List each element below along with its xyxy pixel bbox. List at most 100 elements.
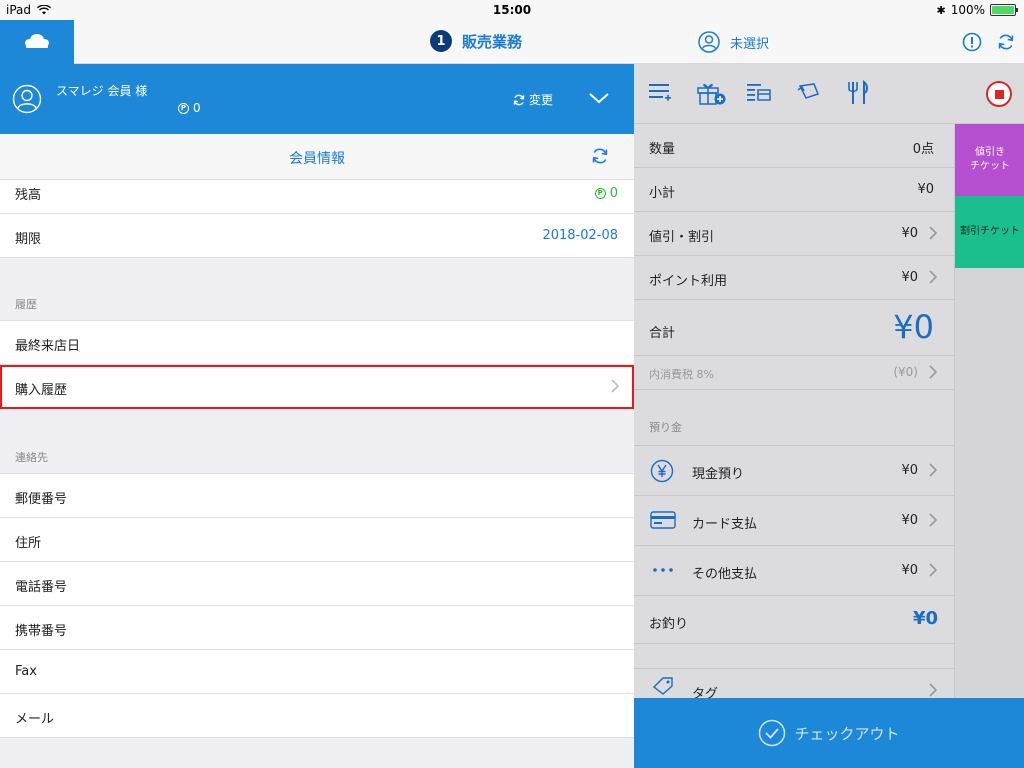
subtotal-row: 小計 ¥0 — [634, 168, 954, 212]
checkout-label: チェックアウト — [794, 724, 900, 743]
battery-percent: 100% — [950, 3, 985, 17]
more-dots-icon — [653, 568, 673, 572]
change-member-button[interactable]: 変更 — [512, 91, 553, 108]
top-nav-bar: 1 販売業務 未選択 — [0, 20, 1024, 64]
member-header: スマレジ 会員 様 P 0 変更 — [0, 64, 634, 134]
checkout-button[interactable]: チェックアウト — [634, 698, 1024, 768]
mobile-row: 携帯番号 — [0, 606, 634, 650]
subtotal-value: ¥0 — [917, 182, 934, 197]
cash-payment-row[interactable]: 現金預り ¥0 — [634, 446, 954, 496]
cash-payment-label: 現金預り — [692, 467, 745, 482]
sale-summary: 数量 0点 小計 ¥0 値引・割引 ¥0 ポイント利用 ¥0 合計 ¥0 内消費… — [634, 124, 954, 702]
section-title: 会員情報 — [289, 151, 345, 167]
item-list-add-icon[interactable] — [648, 80, 672, 104]
postal-code-row: 郵便番号 — [0, 474, 634, 518]
percent-ticket-button[interactable]: 割引チケット — [955, 196, 1024, 268]
last-visit-row: 最終来店日 — [0, 321, 634, 365]
discount-row[interactable]: 値引・割引 ¥0 — [634, 212, 954, 256]
return-icon[interactable] — [796, 80, 822, 104]
tag-row[interactable]: タグ — [634, 668, 954, 702]
deposit-header: 預り金 — [634, 390, 954, 446]
discount-value: ¥0 — [901, 226, 918, 241]
card-payment-label: カード支払 — [692, 517, 758, 532]
points-used-row[interactable]: ポイント利用 ¥0 — [634, 256, 954, 300]
deposit-header-label: 預り金 — [649, 421, 682, 434]
row-label: 残高 — [15, 188, 42, 203]
card-payment-value: ¥0 — [901, 513, 918, 528]
tax-row[interactable]: 内消費税 8% (¥0) — [634, 356, 954, 390]
total-label: 合計 — [649, 326, 676, 341]
address-row: 住所 — [0, 518, 634, 562]
change-row: お釣り ¥0 — [634, 596, 954, 644]
staff-selector[interactable]: 未選択 — [698, 31, 769, 53]
row-label: 電話番号 — [15, 580, 68, 595]
bluetooth-icon: ✱ — [936, 3, 946, 17]
alert-icon[interactable] — [962, 32, 982, 52]
menu-logo-button[interactable] — [0, 20, 74, 64]
refresh-member-icon[interactable] — [590, 146, 610, 166]
staff-label: 未選択 — [730, 36, 770, 52]
phone-row: 電話番号 — [0, 562, 634, 606]
row-label: 住所 — [15, 536, 42, 551]
member-name: スマレジ 会員 様 — [56, 84, 148, 98]
row-label: Fax — [15, 664, 37, 679]
tax-value: (¥0) — [893, 365, 918, 379]
tax-label: 内消費税 8% — [649, 368, 714, 381]
register-number-badge: 1 — [430, 30, 452, 52]
cloud-logo-icon — [25, 34, 49, 48]
cash-payment-value: ¥0 — [901, 463, 918, 478]
chevron-right-icon — [929, 365, 938, 379]
chevron-right-icon — [929, 270, 938, 284]
gift-add-icon[interactable] — [696, 80, 726, 106]
stop-icon — [994, 89, 1004, 99]
quantity-label: 数量 — [649, 142, 676, 157]
history-header-label: 履歴 — [15, 298, 37, 311]
toolbar — [634, 64, 1024, 124]
expiry-value: 2018-02-08 — [542, 228, 618, 243]
points-used-value: ¥0 — [901, 270, 918, 285]
other-payment-value: ¥0 — [901, 563, 918, 578]
member-info-title-bar: 会員情報 — [0, 134, 634, 180]
member-points: P 0 — [178, 101, 201, 115]
contact-header: 連絡先 — [0, 409, 634, 473]
change-label: お釣り — [649, 617, 689, 632]
credit-card-icon — [650, 511, 676, 529]
row-label: 期限 — [15, 232, 42, 247]
member-points-value: 0 — [193, 101, 201, 115]
chevron-right-icon — [929, 683, 938, 697]
ticket-column: 値引き チケット 割引チケット — [954, 124, 1024, 704]
balance-amount: 0 — [609, 186, 618, 201]
discount-label: 値引・割引 — [649, 230, 715, 245]
total-row: 合計 ¥0 — [634, 300, 954, 356]
chevron-right-icon — [611, 379, 620, 393]
row-label: メール — [15, 712, 55, 727]
point-icon: P — [594, 188, 606, 199]
sync-icon[interactable] — [996, 32, 1016, 52]
restaurant-icon[interactable] — [848, 80, 870, 106]
chevron-down-icon[interactable] — [588, 90, 610, 106]
quantity-value: 0点 — [912, 142, 934, 157]
card-payment-row[interactable]: カード支払 ¥0 — [634, 496, 954, 546]
change-value: ¥0 — [912, 608, 938, 629]
other-payment-row[interactable]: その他支払 ¥0 — [634, 546, 954, 596]
register-tab[interactable]: 1 販売業務 — [430, 30, 522, 52]
chevron-right-icon — [929, 463, 938, 477]
staff-avatar-icon — [698, 31, 720, 53]
yen-circle-icon — [650, 459, 674, 483]
discount-ticket-button[interactable]: 値引き チケット — [955, 124, 1024, 196]
member-panel: スマレジ 会員 様 P 0 変更 会員情報 残高 P 0 期限 2018-02-… — [0, 64, 634, 768]
row-label: 最終来店日 — [15, 339, 81, 354]
stop-button[interactable] — [986, 81, 1012, 107]
history-header: 履歴 — [0, 258, 634, 320]
chevron-right-icon — [929, 513, 938, 527]
other-payment-label: その他支払 — [692, 567, 758, 582]
balance-row: 残高 P 0 — [0, 180, 634, 214]
balance-group: 残高 P 0 期限 2018-02-08 — [0, 180, 634, 258]
history-group: 最終来店日 購入履歴 — [0, 320, 634, 409]
quantity-row: 数量 0点 — [634, 124, 954, 168]
battery-icon — [990, 4, 1018, 16]
fax-row: Fax — [0, 650, 634, 694]
status-bar: iPad 15:00 ✱ 100% — [0, 0, 1024, 20]
purchase-history-row[interactable]: 購入履歴 — [0, 365, 634, 409]
bundle-list-icon[interactable] — [746, 80, 772, 104]
